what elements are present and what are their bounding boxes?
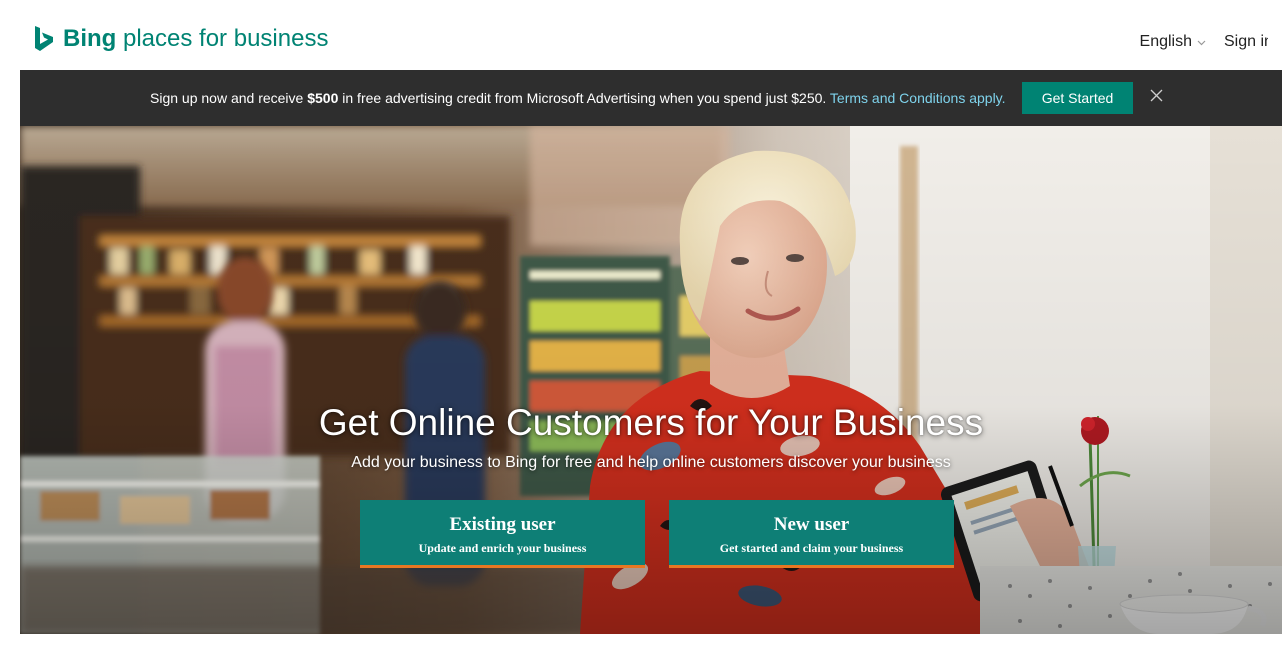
promo-banner: Sign up now and receive $500 in free adv… <box>20 70 1282 126</box>
hero-background-image <box>20 126 1282 634</box>
promo-text: Sign up now and receive $500 in free adv… <box>150 90 1006 106</box>
existing-user-subtitle: Update and enrich your business <box>418 541 587 555</box>
existing-user-button[interactable]: Existing user Update and enrich your bus… <box>360 500 645 568</box>
hero-subtitle: Add your business to Bing for free and h… <box>351 454 951 471</box>
bing-places-logo[interactable]: Bing places for business <box>33 26 328 52</box>
logo-suffix: places for business <box>116 25 329 52</box>
new-user-button[interactable]: New user Get started and claim your busi… <box>669 500 954 568</box>
bing-logo-icon <box>33 26 55 52</box>
terms-link[interactable]: Terms and Conditions apply. <box>830 90 1006 106</box>
site-header: Bing places for business English Sign in <box>0 0 1282 70</box>
language-selector[interactable]: English <box>1140 33 1206 51</box>
new-user-subtitle: Get started and claim your business <box>719 541 904 555</box>
header-actions: English Sign in <box>1140 33 1268 51</box>
hero-title: Get Online Customers for Your Business <box>318 402 984 443</box>
existing-user-title: Existing user <box>449 514 556 535</box>
promo-amount: $500 <box>307 90 339 106</box>
promo-text-before: Sign up now and receive <box>150 90 308 106</box>
language-label: English <box>1139 33 1192 50</box>
logo-text: Bing places for business <box>63 27 328 51</box>
close-icon[interactable] <box>1147 86 1167 106</box>
get-started-button[interactable]: Get Started <box>1022 82 1133 114</box>
hero-section: Get Online Customers for Your Business A… <box>20 126 1282 634</box>
logo-brand: Bing <box>63 25 117 52</box>
sign-in-link[interactable]: Sign in <box>1224 33 1268 51</box>
promo-text-after: in free advertising credit from Microsof… <box>338 90 830 106</box>
new-user-title: New user <box>773 514 850 535</box>
chevron-down-icon <box>1197 38 1206 49</box>
